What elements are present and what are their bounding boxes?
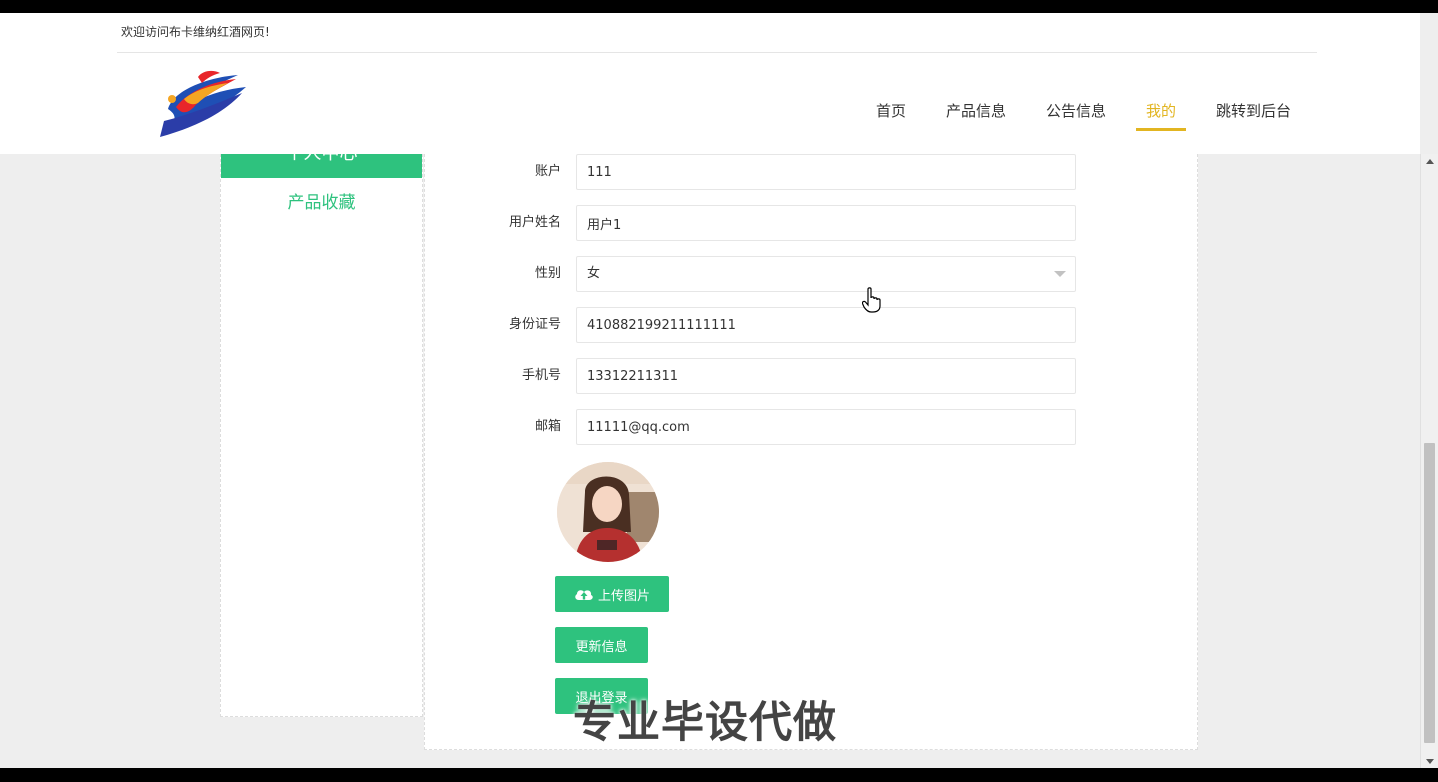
nav-announcements[interactable]: 公告信息 — [1046, 101, 1106, 131]
upload-image-button[interactable]: 上传图片 — [555, 576, 669, 612]
profile-panel: 账户 用户姓名 性别 女 身份证号 手机号 邮箱 — [424, 154, 1198, 750]
scrollbar-thumb[interactable] — [1424, 443, 1435, 743]
site-header: 欢迎访问布卡维纳红酒网页! 首页 产品信息 公告信息 我的 跳转到后台 — [0, 13, 1420, 154]
sidebar-item-label: 个人中心 — [221, 154, 422, 164]
bottom-letterbox — [0, 768, 1438, 782]
account-label: 账户 — [534, 164, 561, 179]
update-info-label: 更新信息 — [575, 639, 628, 655]
form-row-name: 用户姓名 — [425, 205, 1199, 241]
nav-products[interactable]: 产品信息 — [946, 101, 1006, 131]
nav-mine[interactable]: 我的 — [1135, 101, 1187, 131]
form-row-id-number: 身份证号 — [425, 307, 1199, 343]
hand-pointer-icon — [862, 287, 881, 313]
cloud-upload-icon — [575, 590, 593, 600]
account-input[interactable] — [576, 154, 1076, 190]
form-row-phone: 手机号 — [425, 358, 1199, 394]
avatar — [557, 462, 659, 562]
page-scrollbar[interactable] — [1420, 154, 1438, 768]
phone-input[interactable] — [576, 358, 1076, 394]
top-letterbox — [0, 0, 1438, 13]
nav-home[interactable]: 首页 — [876, 101, 906, 131]
name-label: 用户姓名 — [508, 215, 561, 230]
form-row-email: 邮箱 — [425, 409, 1199, 445]
browser-viewport: 欢迎访问布卡维纳红酒网页! 首页 产品信息 公告信息 我的 跳转到后台 个人中心… — [0, 13, 1438, 768]
main-nav: 首页 产品信息 公告信息 我的 跳转到后台 — [0, 101, 1420, 131]
gender-label: 性别 — [534, 266, 561, 281]
welcome-text: 欢迎访问布卡维纳红酒网页! — [121, 25, 270, 39]
phone-label: 手机号 — [521, 368, 561, 383]
scroll-up-arrow-icon[interactable] — [1426, 159, 1434, 164]
id-number-input[interactable] — [576, 307, 1076, 343]
name-input[interactable] — [576, 205, 1076, 241]
nav-admin[interactable]: 跳转到后台 — [1216, 101, 1291, 131]
gender-selected-value: 女 — [576, 256, 1076, 292]
id-number-label: 身份证号 — [508, 317, 561, 332]
chevron-down-icon — [1054, 271, 1066, 277]
header-divider — [117, 52, 1317, 53]
upload-image-label: 上传图片 — [597, 588, 650, 604]
form-row-gender: 性别 女 — [425, 256, 1199, 292]
watermark-text: 专业毕设代做 — [573, 698, 837, 748]
sidebar-item-personal-center[interactable]: 个人中心 — [221, 154, 422, 178]
email-input[interactable] — [576, 409, 1076, 445]
update-info-button[interactable]: 更新信息 — [555, 627, 648, 663]
form-row-account: 账户 — [425, 154, 1199, 190]
gender-select[interactable]: 女 — [576, 256, 1076, 292]
sidebar-item-favorites[interactable]: 产品收藏 — [221, 188, 422, 213]
user-sidebar: 个人中心 产品收藏 — [220, 154, 423, 717]
email-label: 邮箱 — [534, 419, 561, 434]
scroll-down-arrow-icon[interactable] — [1426, 759, 1434, 764]
